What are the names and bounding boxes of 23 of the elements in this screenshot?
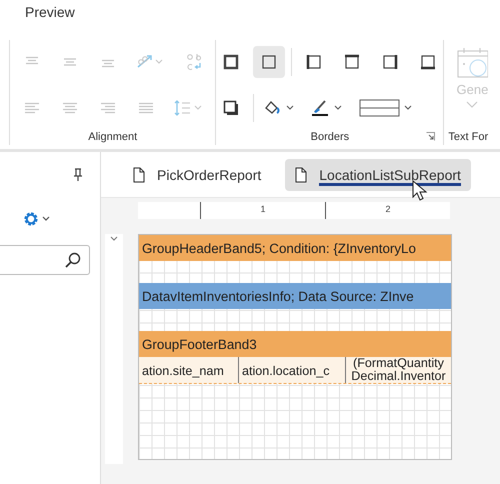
group-label: Borders bbox=[310, 131, 350, 145]
text-field[interactable]: ation.site_nam bbox=[139, 357, 239, 383]
text-field[interactable]: (FormatQuantity Decimal.Inventor bbox=[346, 357, 451, 383]
ruler: 1 2 bbox=[138, 202, 450, 219]
group-label: Alignment bbox=[88, 131, 138, 145]
collapse-icon[interactable] bbox=[110, 236, 118, 242]
document-tab[interactable]: PickOrderReport bbox=[123, 158, 272, 190]
document-icon bbox=[295, 166, 308, 182]
calendar-icon bbox=[456, 46, 488, 78]
border-icon[interactable] bbox=[253, 46, 286, 78]
report-band[interactable]: GroupHeaderBand5; Condition: {ZInventoryLo bbox=[139, 235, 451, 261]
group-label: Text For bbox=[447, 131, 488, 145]
search-field[interactable] bbox=[0, 245, 90, 275]
document-tab[interactable]: LocationListSubReport bbox=[285, 158, 471, 190]
document-icon bbox=[133, 166, 145, 182]
view-title: Preview bbox=[25, 4, 75, 20]
report-band[interactable]: DatavItemInventoriesInfo; Data Source: ZInve bbox=[139, 283, 451, 309]
search-icon[interactable] bbox=[65, 252, 81, 268]
text-field[interactable]: ation.location_c bbox=[239, 357, 346, 383]
report-band[interactable]: GroupFooterBand3 bbox=[139, 331, 451, 357]
dialog-launcher-icon[interactable] bbox=[426, 132, 436, 141]
pin-icon[interactable] bbox=[72, 168, 84, 182]
chevron-icon bbox=[466, 101, 478, 109]
